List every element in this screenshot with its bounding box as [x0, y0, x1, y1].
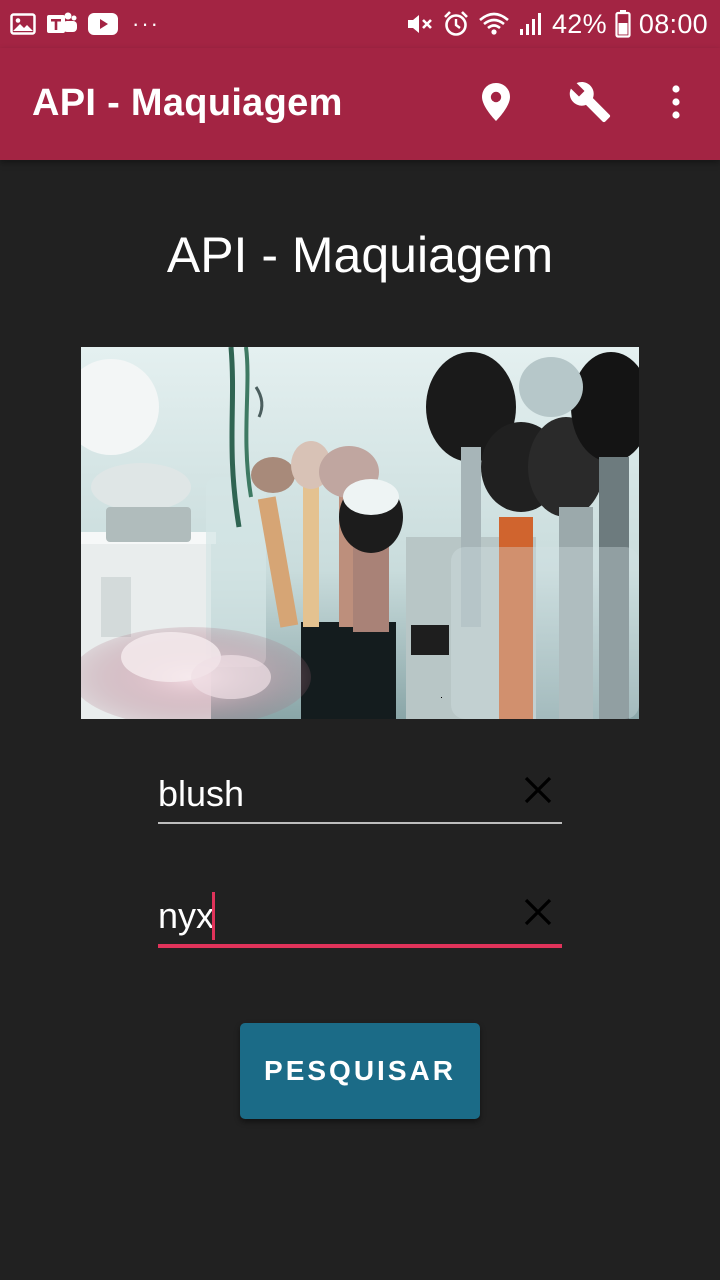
more-vert-icon — [670, 84, 682, 125]
battery-icon — [615, 10, 631, 38]
alarm-icon — [442, 10, 470, 38]
teams-icon — [46, 11, 78, 37]
text-cursor — [212, 892, 215, 940]
app-bar-title: API - Maquiagem — [32, 82, 343, 124]
product-type-field — [158, 764, 562, 824]
clear-brand-button[interactable] — [520, 896, 556, 932]
product-type-input[interactable] — [158, 770, 508, 818]
gallery-icon — [10, 13, 36, 35]
youtube-icon — [88, 13, 118, 35]
more-options-button[interactable] — [648, 76, 704, 132]
location-pin-icon — [480, 82, 512, 127]
brand-field — [158, 886, 562, 948]
makeup-brushes-image — [81, 347, 639, 719]
close-icon — [523, 775, 553, 810]
location-button[interactable] — [468, 76, 524, 132]
product-type-underline — [158, 822, 562, 824]
status-bar: ··· 42% 08:00 — [0, 0, 720, 48]
status-overflow: ··· — [132, 11, 160, 36]
search-button[interactable]: PESQUISAR — [240, 1023, 480, 1119]
wrench-icon — [568, 80, 612, 129]
settings-button[interactable] — [562, 76, 618, 132]
wifi-icon — [478, 11, 510, 37]
close-icon — [523, 897, 553, 932]
page-title: API - Maquiagem — [166, 227, 554, 283]
brand-underline — [158, 944, 562, 948]
brand-input[interactable] — [158, 892, 508, 940]
status-right: 42% 08:00 — [406, 8, 708, 40]
status-time: 08:00 — [638, 8, 708, 39]
battery-percent: 42% — [551, 8, 607, 39]
app-bar: API - Maquiagem — [0, 48, 720, 160]
clear-product-type-button[interactable] — [520, 774, 556, 810]
signal-icon — [518, 11, 544, 37]
status-left: ··· — [10, 10, 160, 38]
mute-icon — [406, 11, 434, 37]
